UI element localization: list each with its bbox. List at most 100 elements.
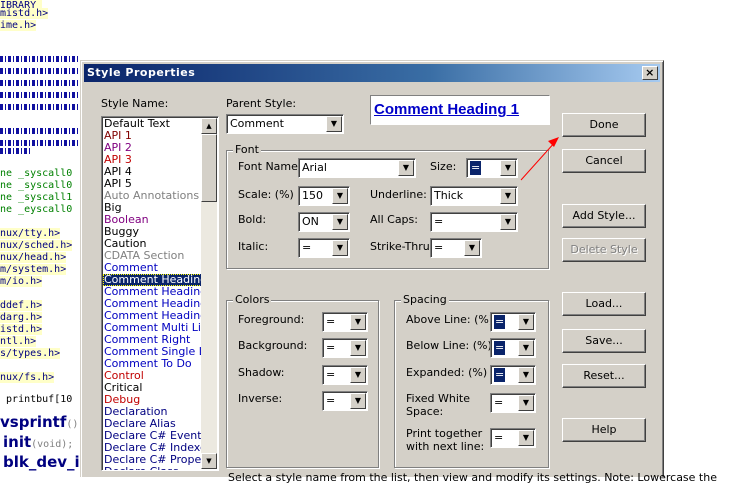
scale-label: Scale: (%) xyxy=(238,188,294,201)
chevron-down-icon[interactable]: ▼ xyxy=(350,340,366,356)
style-list-item[interactable]: Debug xyxy=(103,394,202,406)
style-list-item[interactable]: Comment Single Line xyxy=(103,346,202,358)
background-dropdown[interactable]: = ▼ xyxy=(322,338,368,358)
chevron-down-icon[interactable]: ▼ xyxy=(326,116,342,132)
style-list-item[interactable]: Auto Annotations xyxy=(103,190,202,202)
load-button[interactable]: Load... xyxy=(562,292,646,316)
code-line-text: nux/sched.h> xyxy=(0,240,73,251)
foreground-dropdown[interactable]: = ▼ xyxy=(322,312,368,332)
chevron-down-icon[interactable]: ▼ xyxy=(464,240,480,256)
fixed-white-space-dropdown[interactable]: = ▼ xyxy=(490,393,536,413)
code-line: mistd.h> xyxy=(0,8,49,20)
scroll-up-icon[interactable]: ▲ xyxy=(201,118,217,134)
strike-thru-dropdown[interactable]: = ▼ xyxy=(430,238,482,258)
chevron-down-icon[interactable]: ▼ xyxy=(350,367,366,383)
style-list-item[interactable]: Comment xyxy=(103,262,202,274)
chevron-down-icon[interactable]: ▼ xyxy=(500,214,516,230)
style-list-item[interactable]: Comment Multi Line xyxy=(103,322,202,334)
font-name-dropdown[interactable]: Arial ▼ xyxy=(298,158,416,178)
style-list-item[interactable]: Caution xyxy=(103,238,202,250)
style-list-item[interactable]: API 1 xyxy=(103,130,202,142)
cancel-button[interactable]: Cancel xyxy=(562,149,646,173)
bold-dropdown[interactable]: ON ▼ xyxy=(298,212,350,232)
above-line-dropdown[interactable]: = ▼ xyxy=(490,312,536,332)
expanded-value: = xyxy=(494,368,506,382)
italic-dropdown[interactable]: = ▼ xyxy=(298,238,350,258)
all-caps-dropdown[interactable]: = ▼ xyxy=(430,212,518,232)
below-line-dropdown[interactable]: = ▼ xyxy=(490,338,536,358)
chevron-down-icon[interactable]: ▼ xyxy=(350,314,366,330)
style-list-item[interactable]: API 4 xyxy=(103,166,202,178)
scroll-thumb[interactable] xyxy=(201,134,217,202)
dialog-footer-text: Select a style name from the list, then … xyxy=(228,471,717,484)
scale-dropdown[interactable]: 150 ▼ xyxy=(298,186,350,206)
code-text-fragment xyxy=(0,56,80,62)
style-list-item[interactable]: Declare Class xyxy=(103,466,202,470)
chevron-down-icon[interactable]: ▼ xyxy=(398,160,414,176)
code-line: init(void); xyxy=(3,433,74,451)
add-style-button[interactable]: Add Style... xyxy=(562,204,646,228)
code-line-text: ime.h> xyxy=(0,20,37,31)
style-list-item[interactable]: API 5 xyxy=(103,178,202,190)
style-list-item[interactable]: Declare C# Event xyxy=(103,430,202,442)
dialog-titlebar[interactable]: Style Properties × xyxy=(84,64,660,82)
expanded-dropdown[interactable]: = ▼ xyxy=(490,365,536,385)
code-line: nux/tty.h> xyxy=(0,228,61,240)
code-line-text: nux/head.h> xyxy=(0,252,67,263)
chevron-down-icon[interactable]: ▼ xyxy=(332,240,348,256)
chevron-down-icon[interactable]: ▼ xyxy=(500,188,516,204)
style-list-item[interactable]: Declare C# Property xyxy=(103,454,202,466)
style-list-item[interactable]: Default Text xyxy=(103,118,202,130)
style-list-item[interactable]: Comment To Do xyxy=(103,358,202,370)
style-list-item[interactable]: API 2 xyxy=(103,142,202,154)
style-list-scrollbar[interactable]: ▲ ▼ xyxy=(201,118,217,469)
help-button[interactable]: Help xyxy=(562,418,646,442)
done-button[interactable]: Done xyxy=(562,113,646,137)
style-list-item[interactable]: Declaration xyxy=(103,406,202,418)
style-list-item[interactable]: Declare C# Indexer xyxy=(103,442,202,454)
style-list-item[interactable]: Buggy xyxy=(103,226,202,238)
dialog-title: Style Properties xyxy=(87,66,196,79)
print-together-dropdown[interactable]: = ▼ xyxy=(490,428,536,448)
code-text-fragment xyxy=(0,148,30,154)
delete-style-button[interactable]: Delete Style xyxy=(562,238,646,262)
save-button[interactable]: Save... xyxy=(562,329,646,353)
code-line-text: m/io.h> xyxy=(0,276,43,287)
style-name-listbox[interactable]: Default Text API 1 API 2 API 3 API 4 API 5 Aut… xyxy=(101,116,219,471)
code-text-fragment xyxy=(0,68,80,74)
style-list-item[interactable]: Comment Right xyxy=(103,334,202,346)
chevron-down-icon[interactable]: ▼ xyxy=(350,393,366,409)
chevron-down-icon[interactable]: ▼ xyxy=(518,367,534,383)
close-button[interactable]: × xyxy=(642,66,658,80)
code-line-text: ddef.h> xyxy=(0,300,43,311)
style-list-item[interactable]: Control xyxy=(103,370,202,382)
underline-dropdown[interactable]: Thick ▼ xyxy=(430,186,518,206)
style-list-item[interactable]: API 3 xyxy=(103,154,202,166)
parent-style-dropdown[interactable]: Comment ▼ xyxy=(226,114,344,134)
scroll-down-icon[interactable]: ▼ xyxy=(201,453,217,469)
style-list-item[interactable]: CDATA Section xyxy=(103,250,202,262)
foreground-label: Foreground: xyxy=(238,313,305,326)
style-list-item[interactable]: Boolean xyxy=(103,214,202,226)
style-properties-dialog: Style Properties × Style Name: Default T… xyxy=(80,60,717,484)
style-list-item[interactable]: Big xyxy=(103,202,202,214)
reset-button[interactable]: Reset... xyxy=(562,364,646,388)
chevron-down-icon[interactable]: ▼ xyxy=(332,188,348,204)
chevron-down-icon[interactable]: ▼ xyxy=(518,395,534,411)
style-list-item[interactable]: Declare Alias xyxy=(103,418,202,430)
style-list-item[interactable]: Comment Heading 2 xyxy=(103,286,202,298)
background-label: Background: xyxy=(238,339,308,352)
chevron-down-icon[interactable]: ▼ xyxy=(518,314,534,330)
chevron-down-icon[interactable]: ▼ xyxy=(500,160,516,176)
inverse-dropdown[interactable]: = ▼ xyxy=(322,391,368,411)
chevron-down-icon[interactable]: ▼ xyxy=(332,214,348,230)
foreground-value: = xyxy=(326,315,336,328)
chevron-down-icon[interactable]: ▼ xyxy=(518,430,534,446)
style-list-item[interactable]: Critical xyxy=(103,382,202,394)
style-list-item-selected[interactable]: Comment Heading 1 xyxy=(103,274,202,286)
size-dropdown[interactable]: = ▼ xyxy=(466,158,518,178)
style-list-item[interactable]: Comment Heading 3 xyxy=(103,298,202,310)
style-list-item[interactable]: Comment Heading 4 xyxy=(103,310,202,322)
chevron-down-icon[interactable]: ▼ xyxy=(518,340,534,356)
shadow-dropdown[interactable]: = ▼ xyxy=(322,365,368,385)
